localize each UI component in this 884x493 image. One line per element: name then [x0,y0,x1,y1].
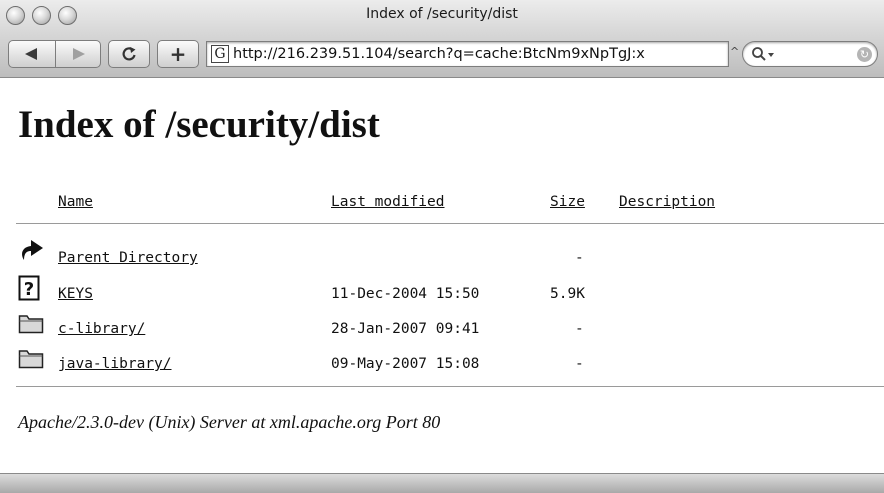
sort-by-modified-link[interactable]: Last modified [331,194,445,210]
search-field[interactable]: ↻ [742,41,878,67]
folder-icon [18,350,44,369]
plus-icon: + [169,42,187,66]
list-item: ? KEYS 11-Dec-2004 15:50 5.9K [0,275,884,316]
url-text[interactable]: http://216.239.51.104/search?q=cache:Btc… [233,46,645,62]
modified-date: 28-Jan-2007 09:41 [331,321,480,337]
header-divider [16,223,884,224]
footer-divider [16,386,884,387]
folder-link-c-library[interactable]: c-library/ [58,321,145,337]
listing-header: Name Last modified Size Description [0,194,884,224]
page-title: Index of /security/dist [18,103,380,146]
window-title: Index of /security/dist [366,6,518,22]
back-arrow-icon [25,48,37,60]
status-bar [0,473,884,493]
file-size: - [575,356,584,372]
file-size: - [575,321,584,337]
unknown-file-icon: ? [18,275,40,301]
file-link-keys[interactable]: KEYS [58,286,93,302]
parent-directory-icon [22,240,43,260]
google-favicon-icon: G [211,45,229,63]
snapback-icon[interactable]: ^ [730,45,739,58]
reload-button[interactable] [108,40,150,68]
list-item: Parent Directory - [0,240,884,280]
back-button[interactable] [8,40,56,68]
modified-date: 09-May-2007 15:08 [331,356,480,372]
folder-icon [18,315,44,334]
server-signature: Apache/2.3.0-dev (Unix) Server at xml.ap… [18,412,441,432]
add-bookmark-button[interactable]: + [157,40,199,68]
file-size: 5.9K [550,286,585,302]
window-titlebar: Index of /security/dist + G http://216.2… [0,0,884,78]
sort-by-name-link[interactable]: Name [58,194,93,210]
parent-directory-link[interactable]: Parent Directory [58,250,198,266]
sort-by-description-link[interactable]: Description [619,194,715,210]
file-size: - [575,250,584,266]
list-item: java-library/ 09-May-2007 15:08 - [0,350,884,386]
forward-arrow-icon [73,48,85,60]
address-bar[interactable]: G http://216.239.51.104/search?q=cache:B… [206,41,729,67]
folder-link-java-library[interactable]: java-library/ [58,356,172,372]
forward-button[interactable] [55,40,101,68]
list-item: c-library/ 28-Jan-2007 09:41 - [0,315,884,351]
search-icon [752,47,774,61]
reload-icon [122,47,136,61]
clear-search-icon[interactable]: ↻ [857,47,872,62]
sort-by-size-link[interactable]: Size [550,194,585,210]
modified-date: 11-Dec-2004 15:50 [331,286,480,302]
svg-text:?: ? [24,279,34,300]
